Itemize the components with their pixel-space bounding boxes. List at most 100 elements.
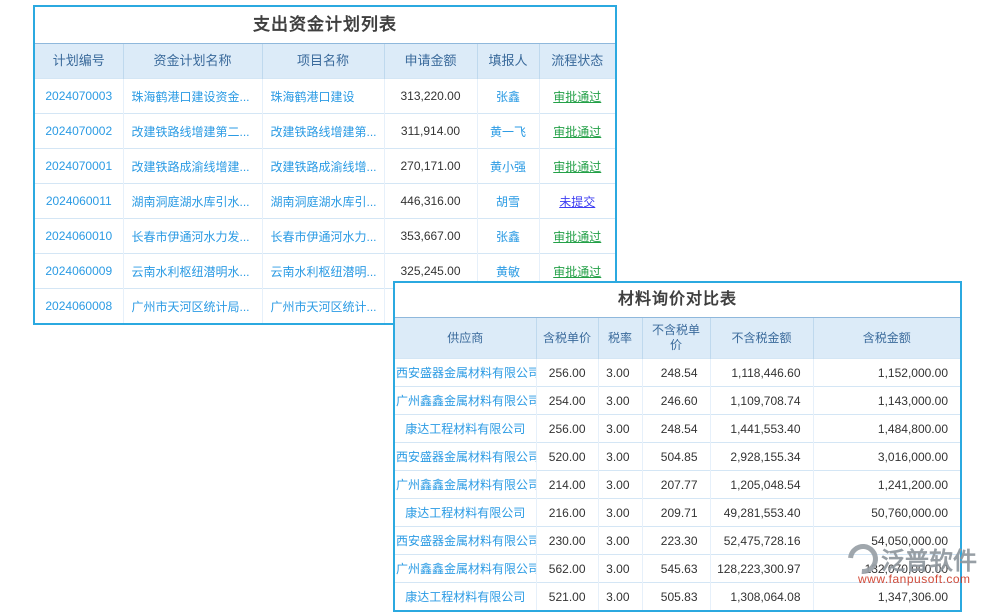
tax-unit-price: 256.00 (536, 359, 598, 387)
process-status-link[interactable]: 审批通过 (539, 149, 615, 184)
column-header-project-name: 项目名称 (262, 44, 384, 79)
table-row: 2024070003 珠海鹤港口建设资金... 珠海鹤港口建设 313,220.… (35, 79, 615, 114)
column-header-reporter: 填报人 (477, 44, 539, 79)
plan-id-link[interactable]: 2024060010 (35, 219, 123, 254)
tax-unit-price: 230.00 (536, 527, 598, 555)
notax-amount: 2,928,155.34 (710, 443, 813, 471)
project-name-link[interactable]: 改建铁路线增建第... (262, 114, 384, 149)
fund-plan-name-link[interactable]: 珠海鹤港口建设资金... (123, 79, 262, 114)
fanpu-watermark: 泛普软件 www.fanpusoft.com (848, 541, 998, 586)
apply-amount: 270,171.00 (384, 149, 477, 184)
plan-id-link[interactable]: 2024060009 (35, 254, 123, 289)
project-name-link[interactable]: 改建铁路成渝线增... (262, 149, 384, 184)
reporter-link[interactable]: 胡雪 (477, 184, 539, 219)
supplier-link[interactable]: 西安盛器金属材料有限公司 (395, 443, 536, 471)
expenditure-fund-plan-panel: 支出资金计划列表 计划编号 资金计划名称 项目名称 申请金额 填报人 流程状态 … (33, 5, 617, 325)
plan-id-link[interactable]: 2024070002 (35, 114, 123, 149)
supplier-link[interactable]: 广州鑫鑫金属材料有限公司 (395, 555, 536, 583)
table-row: 西安盛器金属材料有限公司 256.00 3.00 248.54 1,118,44… (395, 359, 960, 387)
plan-id-link[interactable]: 2024060011 (35, 184, 123, 219)
fund-plan-name-link[interactable]: 湖南洞庭湖水库引水... (123, 184, 262, 219)
tax-amount: 1,152,000.00 (813, 359, 960, 387)
tax-unit-price: 521.00 (536, 583, 598, 611)
notax-amount: 52,475,728.16 (710, 527, 813, 555)
project-name-link[interactable]: 珠海鹤港口建设 (262, 79, 384, 114)
table-row: 2024060010 长春市伊通河水力发... 长春市伊通河水力... 353,… (35, 219, 615, 254)
notax-amount: 49,281,553.40 (710, 499, 813, 527)
tax-unit-price: 214.00 (536, 471, 598, 499)
plan-id-link[interactable]: 2024070003 (35, 79, 123, 114)
apply-amount: 311,914.00 (384, 114, 477, 149)
tax-amount: 1,143,000.00 (813, 387, 960, 415)
notax-unit-price: 248.54 (642, 359, 710, 387)
table-row: 广州鑫鑫金属材料有限公司 214.00 3.00 207.77 1,205,04… (395, 471, 960, 499)
process-status-link[interactable]: 审批通过 (539, 114, 615, 149)
process-status-link[interactable]: 审批通过 (539, 219, 615, 254)
notax-unit-price: 248.54 (642, 415, 710, 443)
supplier-link[interactable]: 康达工程材料有限公司 (395, 583, 536, 611)
reporter-link[interactable]: 黄小强 (477, 149, 539, 184)
fund-plan-name-link[interactable]: 广州市天河区统计局... (123, 289, 262, 324)
notax-unit-price: 207.77 (642, 471, 710, 499)
tax-rate: 3.00 (598, 415, 642, 443)
column-header-tax-unit-price: 含税单价 (536, 318, 598, 359)
reporter-link[interactable]: 张鑫 (477, 219, 539, 254)
notax-amount: 1,441,553.40 (710, 415, 813, 443)
project-name-link[interactable]: 云南水利枢纽潜明... (262, 254, 384, 289)
notax-amount: 1,308,064.08 (710, 583, 813, 611)
supplier-link[interactable]: 康达工程材料有限公司 (395, 499, 536, 527)
table-row: 康达工程材料有限公司 256.00 3.00 248.54 1,441,553.… (395, 415, 960, 443)
process-status-link[interactable]: 审批通过 (539, 79, 615, 114)
fund-plan-name-link[interactable]: 长春市伊通河水力发... (123, 219, 262, 254)
tax-unit-price: 216.00 (536, 499, 598, 527)
inquiry-table-title: 材料询价对比表 (395, 283, 960, 317)
tax-amount: 1,347,306.00 (813, 583, 960, 611)
apply-amount: 353,667.00 (384, 219, 477, 254)
tax-amount: 3,016,000.00 (813, 443, 960, 471)
supplier-link[interactable]: 西安盛器金属材料有限公司 (395, 527, 536, 555)
fund-plan-name-link[interactable]: 改建铁路线增建第二... (123, 114, 262, 149)
tax-unit-price: 254.00 (536, 387, 598, 415)
reporter-link[interactable]: 张鑫 (477, 79, 539, 114)
tax-rate: 3.00 (598, 471, 642, 499)
tax-unit-price: 562.00 (536, 555, 598, 583)
table-row: 2024070002 改建铁路线增建第二... 改建铁路线增建第... 311,… (35, 114, 615, 149)
plan-table-title: 支出资金计划列表 (35, 7, 615, 43)
supplier-link[interactable]: 西安盛器金属材料有限公司 (395, 359, 536, 387)
table-row: 康达工程材料有限公司 216.00 3.00 209.71 49,281,553… (395, 499, 960, 527)
tax-rate: 3.00 (598, 527, 642, 555)
fund-plan-name-link[interactable]: 改建铁路成渝线增建... (123, 149, 262, 184)
project-name-link[interactable]: 湖南洞庭湖水库引... (262, 184, 384, 219)
apply-amount: 446,316.00 (384, 184, 477, 219)
column-header-plan-id: 计划编号 (35, 44, 123, 79)
notax-unit-price: 246.60 (642, 387, 710, 415)
notax-amount: 1,118,446.60 (710, 359, 813, 387)
fund-plan-name-link[interactable]: 云南水利枢纽潜明水... (123, 254, 262, 289)
notax-unit-price: 504.85 (642, 443, 710, 471)
reporter-link[interactable]: 黄一飞 (477, 114, 539, 149)
column-header-tax-amount: 含税金额 (813, 318, 960, 359)
watermark-brand-text: 泛普软件 (881, 541, 977, 576)
tax-rate: 3.00 (598, 499, 642, 527)
column-header-supplier: 供应商 (395, 318, 536, 359)
notax-unit-price: 505.83 (642, 583, 710, 611)
table-row: 广州鑫鑫金属材料有限公司 254.00 3.00 246.60 1,109,70… (395, 387, 960, 415)
plan-id-link[interactable]: 2024060008 (35, 289, 123, 324)
project-name-link[interactable]: 广州市天河区统计... (262, 289, 384, 324)
plan-id-link[interactable]: 2024070001 (35, 149, 123, 184)
tax-amount: 1,241,200.00 (813, 471, 960, 499)
plan-header-row: 计划编号 资金计划名称 项目名称 申请金额 填报人 流程状态 (35, 44, 615, 79)
supplier-link[interactable]: 广州鑫鑫金属材料有限公司 (395, 471, 536, 499)
supplier-link[interactable]: 广州鑫鑫金属材料有限公司 (395, 387, 536, 415)
notax-unit-price: 545.63 (642, 555, 710, 583)
table-row: 康达工程材料有限公司 521.00 3.00 505.83 1,308,064.… (395, 583, 960, 611)
tax-rate: 3.00 (598, 359, 642, 387)
column-header-fund-plan-name: 资金计划名称 (123, 44, 262, 79)
project-name-link[interactable]: 长春市伊通河水力... (262, 219, 384, 254)
tax-amount: 1,484,800.00 (813, 415, 960, 443)
table-row: 2024070001 改建铁路成渝线增建... 改建铁路成渝线增... 270,… (35, 149, 615, 184)
process-status-link[interactable]: 未提交 (539, 184, 615, 219)
tax-rate: 3.00 (598, 443, 642, 471)
tax-unit-price: 520.00 (536, 443, 598, 471)
supplier-link[interactable]: 康达工程材料有限公司 (395, 415, 536, 443)
